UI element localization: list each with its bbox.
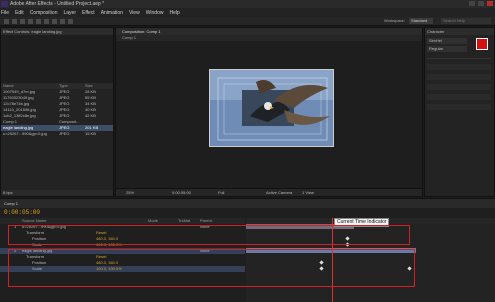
highlight-box <box>8 249 415 287</box>
scale-row[interactable] <box>427 94 491 100</box>
font-size-row[interactable] <box>427 64 491 70</box>
project-footer: 8 bpc <box>1 190 113 196</box>
timeline-timecode[interactable]: 0:00:05:00 <box>4 209 40 216</box>
font-style-select[interactable]: Regular <box>427 46 467 52</box>
window-title: Adobe After Effects - Untitled Project.a… <box>10 1 105 7</box>
highlight-box <box>8 225 410 245</box>
tools-bar: Workspace: Standard Search Help <box>0 17 495 26</box>
menu-file[interactable]: File <box>1 10 9 16</box>
composition-canvas[interactable] <box>209 69 334 147</box>
viewer-timecode[interactable]: 0:00:05:00 <box>172 189 191 197</box>
comp-breadcrumb[interactable]: Comp 1 <box>116 35 422 41</box>
maximize-icon[interactable] <box>478 1 484 6</box>
eagle-image <box>210 70 333 146</box>
menu-window[interactable]: Window <box>146 10 164 16</box>
pen-tool-icon[interactable] <box>52 19 57 24</box>
effect-controls-tab[interactable]: Effect Controls: eagle landing.jpg <box>1 28 113 35</box>
menu-composition[interactable]: Composition <box>30 10 58 16</box>
app-logo-icon <box>1 1 8 7</box>
timeline-tab[interactable]: Comp 1 <box>0 199 495 208</box>
hand-tool-icon[interactable] <box>12 19 17 24</box>
title-bar: Adobe After Effects - Untitled Project.a… <box>0 0 495 8</box>
baseline-row[interactable] <box>427 104 491 110</box>
project-panel: Effect Controls: eagle landing.jpg Name … <box>0 27 114 197</box>
tracking-row[interactable] <box>427 74 491 80</box>
pan-tool-icon[interactable] <box>44 19 49 24</box>
minimize-icon[interactable] <box>469 1 475 6</box>
menu-animation[interactable]: Animation <box>101 10 123 16</box>
camera-select[interactable]: Active Camera <box>266 189 292 197</box>
workspace-label: Workspace: <box>383 18 405 23</box>
selection-tool-icon[interactable] <box>4 19 9 24</box>
rotate-tool-icon[interactable] <box>28 19 33 24</box>
menu-help[interactable]: Help <box>169 10 179 16</box>
menu-bar: File Edit Composition Layer Effect Anima… <box>0 8 495 17</box>
brush-tool-icon[interactable] <box>68 19 73 24</box>
composition-viewer: Composition: Comp 1 Comp 1 25% 0:00:05:0… <box>115 27 423 197</box>
character-settings <box>427 64 491 124</box>
fill-color-swatch[interactable] <box>476 38 488 50</box>
font-family-select[interactable]: SimHei <box>427 38 467 44</box>
close-icon[interactable] <box>487 1 493 6</box>
project-thumbnail-area <box>1 35 113 83</box>
divider <box>427 58 491 59</box>
zoom-tool-icon[interactable] <box>20 19 25 24</box>
character-tab[interactable]: Character <box>425 28 494 35</box>
workspace-select[interactable]: Standard <box>409 18 433 24</box>
zoom-select[interactable]: 25% <box>126 189 134 197</box>
project-item[interactable]: u=25267...990&gp=0.jpg JPEG 15 KB <box>1 131 113 137</box>
viewer-footer: 25% 0:00:05:00 Full Active Camera 1 View <box>116 188 422 196</box>
menu-edit[interactable]: Edit <box>15 10 24 16</box>
resolution-select[interactable]: Full <box>218 189 224 197</box>
timeline-panel: Comp 1 0:00:05:00 Source Name Mode TrkMa… <box>0 198 495 302</box>
search-help-input[interactable]: Search Help <box>441 18 491 24</box>
text-tool-icon[interactable] <box>60 19 65 24</box>
composition-tab[interactable]: Composition: Comp 1 <box>116 28 422 35</box>
menu-view[interactable]: View <box>129 10 140 16</box>
column-name[interactable]: Name <box>3 83 14 88</box>
menu-effect[interactable]: Effect <box>82 10 95 16</box>
character-panel: Character SimHei Regular <box>424 27 495 197</box>
stroke-row[interactable] <box>427 84 491 90</box>
menu-layer[interactable]: Layer <box>63 10 76 16</box>
camera-tool-icon[interactable] <box>36 19 41 24</box>
views-select[interactable]: 1 View <box>302 189 314 197</box>
